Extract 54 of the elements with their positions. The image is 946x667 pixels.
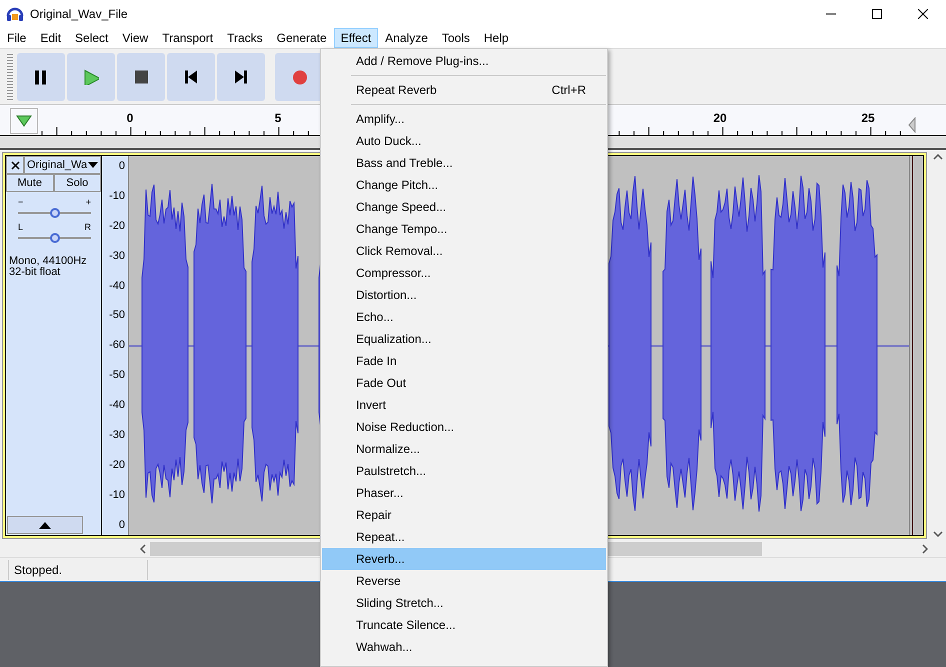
menu-item-label: Fade In [356,353,397,370]
track-info-text: Mono, 44100Hz [9,256,88,267]
scale-label: 0 [118,518,125,532]
status-text: Stopped. [14,562,62,576]
track-info-text: 32-bit float [9,267,62,278]
menu-item-label: Sliding Stretch... [356,595,444,612]
ruler-label: 20 [713,110,727,127]
menu-item-label: Change Pitch... [356,177,438,194]
scale-label: -20 [109,458,125,473]
scale-label: -50 [109,368,125,384]
menu-item-label: Truncate Silence... [356,617,456,634]
menu-item-label: Fade Out [356,375,406,392]
menu-item-label: Repeat Reverb [356,82,437,99]
scale-label: -10 [109,188,125,204]
scale-label: -30 [109,248,125,264]
menu-item-label: Repeat... [356,529,405,546]
menu-item-label: Invert [356,397,386,414]
scale-label: -60 [109,338,125,354]
scale-label: -20 [109,218,125,234]
menu-item-label: Distortion... [356,287,417,304]
menu-item-label: Repair [356,507,392,524]
menu-item-label: Phaser... [356,485,404,502]
menu-item-label: Add / Remove Plug-ins... [356,53,489,70]
menu-item-label: Wahwah... [356,639,412,656]
menu-item-label: Reverb... [356,551,405,568]
scale-label: -40 [109,278,125,294]
ruler-label: 25 [861,110,875,127]
scale-label: -40 [109,398,125,413]
slider-max-label: + [86,198,91,207]
menu-item-label: Change Tempo... [356,221,448,238]
scale-label: -30 [109,428,125,443]
menu-item-label: Echo... [356,309,394,326]
menu-item-label: Bass and Treble... [356,155,453,172]
slider-min-label: − [18,198,24,207]
slider-min-label: L [18,223,24,232]
menu-item-label: Normalize... [356,441,420,458]
menu-item-label: Amplify... [356,111,404,128]
menu-item-label: Noise Reduction... [356,419,454,436]
slider-max-label: R [84,223,91,232]
window-title: Original_Wav_File [30,6,128,23]
shortcut-text: Ctrl+R [552,82,586,99]
ruler-label: 0 [126,110,134,127]
ruler-label: 5 [274,110,282,127]
menu-item-label: Equalization... [356,331,432,348]
menu-item-label: Auto Duck... [356,133,422,150]
scale-label: -50 [109,308,125,324]
menu-item-label: Paulstretch... [356,463,426,480]
menu-item-label: Change Speed... [356,199,446,216]
menu-item-label: Click Removal... [356,243,443,260]
scale-label: 0 [118,159,125,174]
scale-label: -10 [109,488,125,503]
track-name: Original_Wa [27,158,88,173]
menu-item-label: Compressor... [356,265,431,282]
menu-item-label: Reverse [356,573,401,590]
